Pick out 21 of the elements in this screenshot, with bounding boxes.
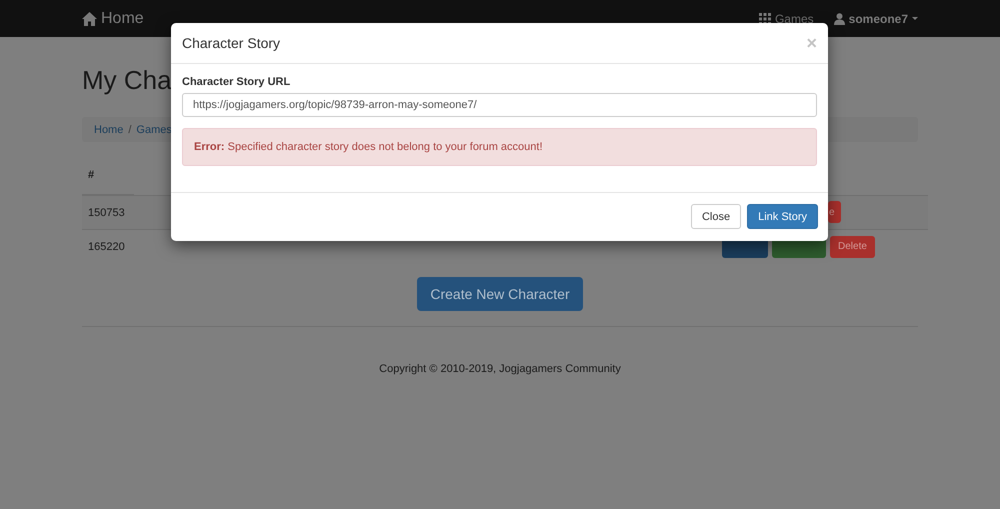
delete-button[interactable]: Delete: [830, 236, 875, 258]
url-input-field[interactable]: https://jogjagamers.org/topic/98739-arron-may-someone7/: [182, 93, 817, 117]
page-title: My Cha: [82, 65, 172, 95]
breadcrumb-link[interactable]: Games: [136, 124, 172, 136]
table-cell: 165220: [82, 230, 134, 263]
breadcrumb-separator: /: [128, 124, 132, 136]
table-cell: 150753: [82, 195, 134, 230]
create-character-button[interactable]: Create New Character: [417, 277, 583, 311]
close-button[interactable]: Close: [690, 204, 742, 229]
home-link[interactable]: Home: [82, 10, 144, 28]
field-label: Character Story URL: [182, 76, 292, 88]
user-icon: [834, 12, 845, 24]
link-story-button[interactable]: Link Story: [747, 204, 818, 229]
caret-icon: [912, 17, 918, 20]
modal-title: Character Story: [182, 35, 280, 51]
error-alert: Error: Specified character story does not belong to your forum account!: [182, 128, 817, 166]
delete-button[interactable]: e: [828, 201, 841, 224]
breadcrumb-link[interactable]: Home: [94, 124, 124, 136]
copyright-text: Copyright © 2010-2019, Jogjagamers Community: [378, 363, 622, 375]
home-icon: [82, 12, 97, 26]
user-menu[interactable]: someone7: [834, 12, 918, 26]
